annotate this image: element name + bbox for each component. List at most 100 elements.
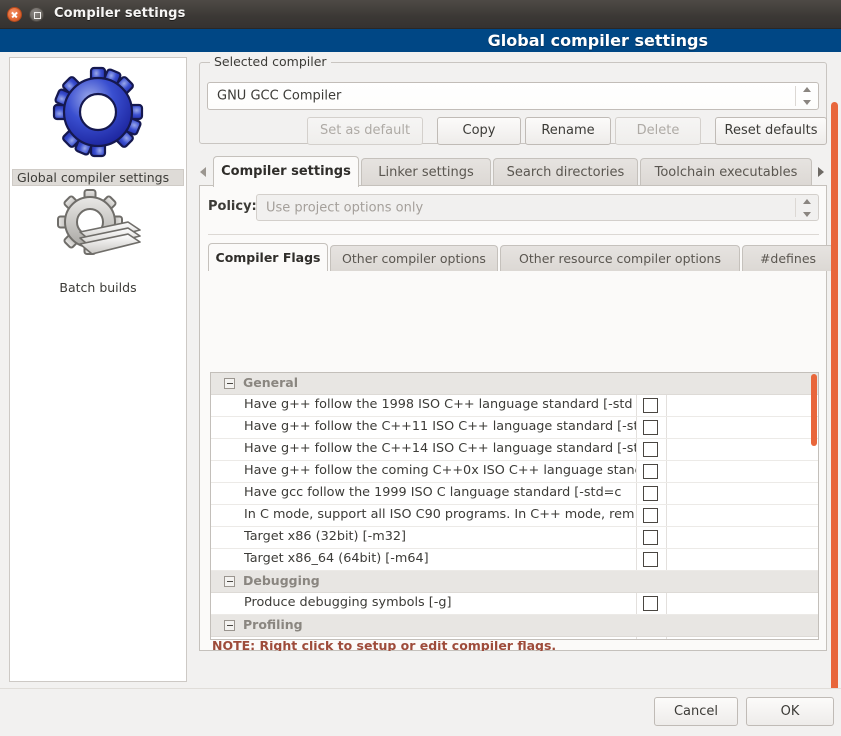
flag-checkbox[interactable] — [643, 398, 658, 413]
tab-search-directories[interactable]: Search directories — [493, 158, 638, 186]
flag-label: Have g++ follow the 1998 ISO C++ languag… — [244, 397, 636, 412]
policy-select[interactable]: Use project options only — [256, 194, 819, 221]
copy-button[interactable]: Copy — [437, 117, 521, 145]
set-as-default-button[interactable]: Set as default — [307, 117, 423, 145]
divider — [636, 549, 637, 570]
collapse-icon[interactable] — [224, 620, 235, 631]
maximize-icon[interactable] — [29, 7, 44, 22]
window-vertical-scrollbar[interactable] — [831, 102, 838, 692]
sidebar-item-batch-builds[interactable]: Batch builds — [10, 186, 186, 296]
flag-row[interactable]: In C mode, support all ISO C90 programs.… — [211, 505, 819, 527]
scrollbar-thumb[interactable] — [811, 374, 817, 446]
cancel-button[interactable]: Cancel — [654, 697, 738, 726]
flag-label: Target x86 (32bit) [-m32] — [244, 529, 636, 544]
divider — [636, 593, 637, 614]
flag-row[interactable]: Have g++ follow the C++14 ISO C++ langua… — [211, 439, 819, 461]
divider — [666, 637, 667, 640]
divider — [666, 439, 667, 460]
flag-row[interactable]: Have g++ follow the C++11 ISO C++ langua… — [211, 417, 819, 439]
tab-linker-settings[interactable]: Linker settings — [361, 158, 491, 186]
flag-row[interactable]: Target x86_64 (64bit) [-m64] — [211, 549, 819, 571]
flag-label: Have g++ follow the C++11 ISO C++ langua… — [244, 419, 636, 434]
flag-checkbox[interactable] — [643, 442, 658, 457]
ok-button[interactable]: OK — [746, 697, 834, 726]
delete-button[interactable]: Delete — [615, 117, 701, 145]
chevron-updown-icon[interactable] — [800, 196, 814, 220]
divider — [666, 505, 667, 526]
flag-group-label: Debugging — [243, 573, 320, 588]
divider — [636, 527, 637, 548]
chevron-left-icon[interactable] — [199, 164, 209, 178]
compiler-select[interactable]: GNU GCC Compiler — [207, 82, 819, 110]
divider — [666, 461, 667, 482]
main-tab-strip: Compiler settings Linker settings Search… — [199, 156, 827, 186]
sidebar-item-global-compiler-settings[interactable]: Global compiler settings — [10, 64, 186, 186]
divider — [636, 417, 637, 438]
flag-label: Profile code when executed [-pg] — [244, 639, 636, 640]
flag-checkbox[interactable] — [643, 530, 658, 545]
flags-note-text: NOTE: Right click to setup or edit compi… — [212, 641, 802, 651]
subtab-compiler-flags[interactable]: Compiler Flags — [208, 243, 328, 271]
flag-label: Have gcc follow the 1999 ISO C language … — [244, 485, 636, 500]
page-banner: Global compiler settings — [0, 29, 841, 52]
divider — [636, 395, 637, 416]
subtab-other-compiler-options[interactable]: Other compiler options — [330, 245, 498, 271]
flag-group-row[interactable]: Profiling — [211, 615, 819, 637]
selected-compiler-label: Selected compiler — [210, 54, 331, 69]
sidebar-item-label: Global compiler settings — [12, 169, 184, 186]
chevron-right-icon[interactable] — [816, 164, 826, 178]
divider — [666, 527, 667, 548]
list-vertical-scrollbar[interactable] — [811, 374, 817, 638]
reset-defaults-button[interactable]: Reset defaults — [715, 117, 827, 145]
flag-checkbox[interactable] — [643, 464, 658, 479]
flag-row[interactable]: Produce debugging symbols [-g] — [211, 593, 819, 615]
gray-gear-stack-icon — [10, 186, 186, 274]
compiler-flags-rows: General Have g++ follow the 1998 ISO C++ … — [211, 373, 819, 640]
flag-row[interactable]: Target x86 (32bit) [-m32] — [211, 527, 819, 549]
flag-checkbox[interactable] — [643, 552, 658, 567]
settings-sidebar: Global compiler settings — [9, 57, 187, 682]
divider — [636, 439, 637, 460]
collapse-icon[interactable] — [224, 576, 235, 587]
flag-row[interactable]: Profile code when executed [-pg] — [211, 637, 819, 640]
flag-group-label: Profiling — [243, 617, 303, 632]
tab-compiler-settings[interactable]: Compiler settings — [213, 156, 359, 187]
flag-row[interactable]: Have g++ follow the 1998 ISO C++ languag… — [211, 395, 819, 417]
flag-checkbox[interactable] — [643, 486, 658, 501]
subtab-other-resource-compiler-options[interactable]: Other resource compiler options — [500, 245, 740, 271]
divider — [636, 505, 637, 526]
divider — [636, 637, 637, 640]
policy-select-value: Use project options only — [266, 200, 423, 215]
divider — [795, 86, 796, 106]
close-icon[interactable] — [7, 7, 22, 22]
flag-group-row[interactable]: Debugging — [211, 571, 819, 593]
compiler-settings-page: Policy: Use project options only Compile… — [199, 185, 827, 651]
window-title: Compiler settings — [54, 6, 185, 21]
divider — [666, 549, 667, 570]
dialog-body: Global compiler settings — [0, 52, 841, 688]
flag-label: Have g++ follow the C++14 ISO C++ langua… — [244, 441, 636, 456]
subtab-defines[interactable]: #defines — [742, 245, 834, 271]
compiler-flags-list[interactable]: General Have g++ follow the 1998 ISO C++ … — [210, 372, 819, 640]
dialog-footer: Cancel OK — [0, 688, 841, 736]
page-title: Global compiler settings — [488, 31, 708, 50]
flag-checkbox[interactable] — [643, 420, 658, 435]
flags-note: NOTE: Right click to setup or edit compi… — [212, 641, 802, 651]
compiler-select-value: GNU GCC Compiler — [217, 89, 341, 104]
flag-row[interactable]: Have g++ follow the coming C++0x ISO C++… — [211, 461, 819, 483]
flag-row[interactable]: Have gcc follow the 1999 ISO C language … — [211, 483, 819, 505]
blue-gear-icon — [10, 64, 186, 164]
chevron-updown-icon[interactable] — [800, 84, 814, 108]
flag-checkbox[interactable] — [643, 596, 658, 611]
flag-checkbox[interactable] — [643, 508, 658, 523]
rename-button[interactable]: Rename — [525, 117, 611, 145]
divider — [795, 198, 796, 217]
sidebar-item-label: Batch builds — [56, 279, 139, 296]
collapse-icon[interactable] — [224, 378, 235, 389]
divider — [666, 593, 667, 614]
scrollbar-thumb[interactable] — [831, 102, 838, 692]
flag-group-row[interactable]: General — [211, 373, 819, 395]
divider — [666, 417, 667, 438]
divider — [636, 483, 637, 504]
tab-toolchain-executables[interactable]: Toolchain executables — [640, 158, 812, 186]
